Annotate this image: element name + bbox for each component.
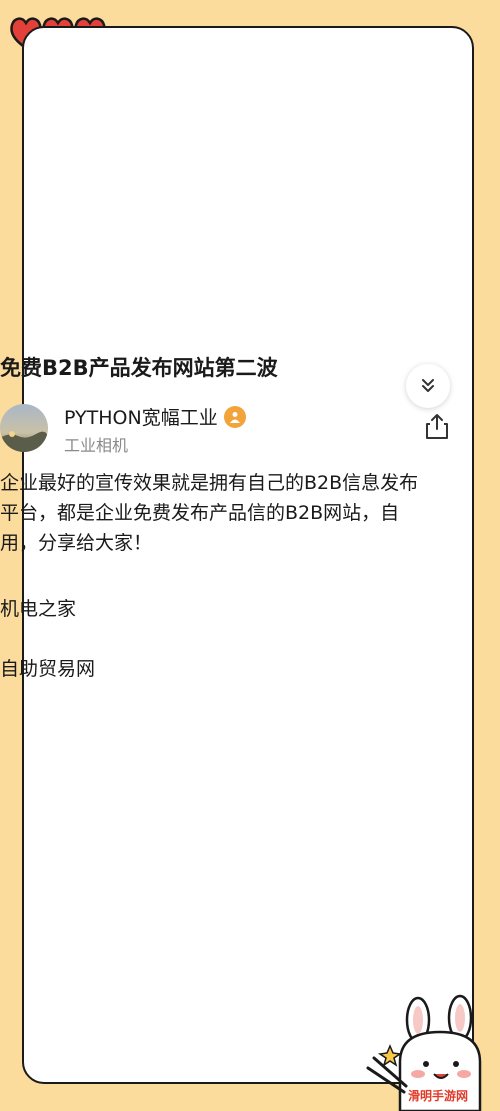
author-name[interactable]: PYTHON宽幅工业 [64,403,246,430]
avatar[interactable] [0,404,48,452]
post-paragraph: 企业最好的宣传效果就是拥有自己的B2B信息发布平台，都是企业免费发布产品信的B2… [0,472,419,554]
share-icon[interactable] [424,412,450,440]
user-badge-icon [223,405,246,428]
post-title: 免费B2B产品发布网站第二波 [0,356,278,380]
watermark: 滑明手游网 [408,1089,469,1103]
post-paragraph: 自助贸易网 [0,658,96,680]
collapse-button[interactable] [406,364,450,408]
avatar-image [0,404,48,452]
post-paragraph: 机电之家 [0,598,77,620]
chevron-double-down-icon [422,379,434,392]
author-subtitle: 工业相机 [64,436,129,455]
author-name-text: PYTHON宽幅工业 [64,407,218,429]
